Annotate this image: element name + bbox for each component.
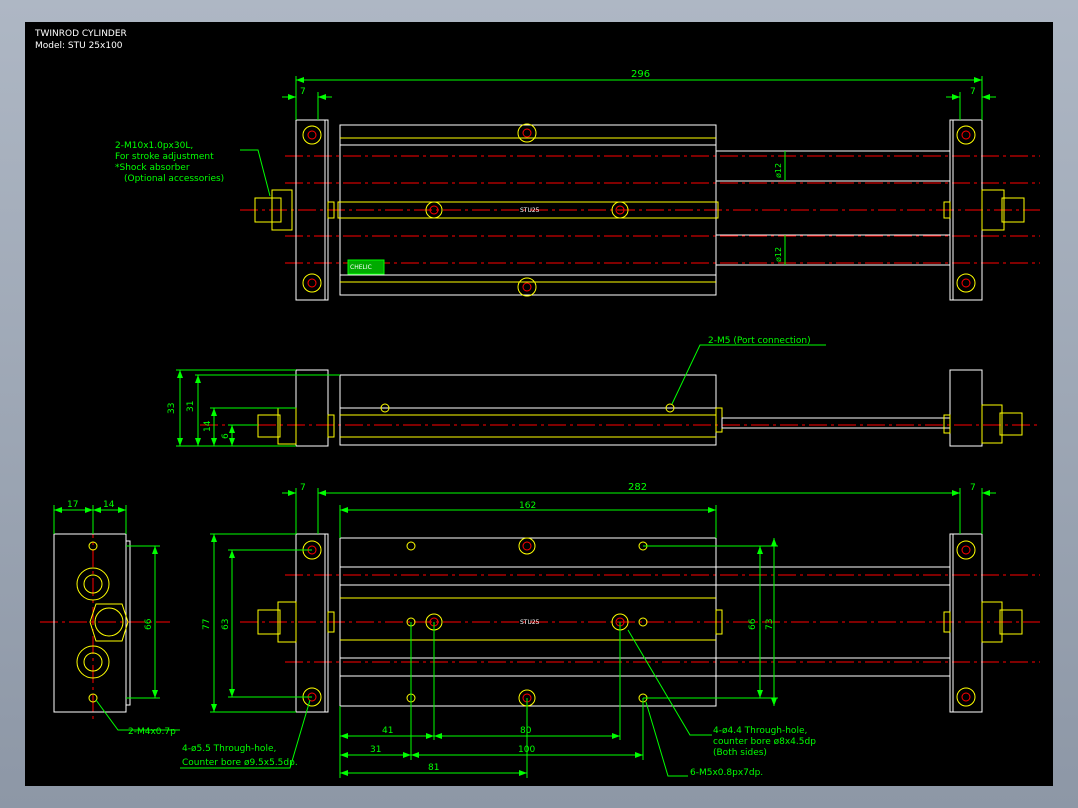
dim-bot-right-7: 7 (970, 483, 976, 493)
dim-6: 6 (221, 433, 231, 439)
dim-162: 162 (519, 501, 536, 511)
label-through55-2: Counter bore ø9.5x5.5dp. (182, 758, 298, 768)
dim-100: 100 (518, 745, 535, 755)
lower-guide-rod (715, 234, 951, 266)
dim-81: 81 (428, 763, 439, 773)
label-stroke-adj-4: (Optional accessories) (124, 174, 224, 184)
label-m5: 6-M5x0.8px7dp. (690, 768, 763, 778)
drawing-model: Model: STU 25x100 (35, 41, 123, 51)
top-body-marking: STU25 (520, 207, 540, 214)
bottom-dimensions (180, 488, 996, 778)
bottom-view (240, 533, 1040, 713)
bot-right-plate (949, 533, 983, 713)
bot-left-plate (295, 533, 329, 713)
side-left-plate (295, 369, 329, 447)
label-stroke-adj-1: 2-M10x1.0px30L, (115, 141, 193, 151)
dim-282: 282 (628, 482, 647, 493)
dim-73: 73 (765, 619, 775, 630)
side-right-plate (949, 369, 983, 447)
dim-80: 80 (520, 726, 532, 736)
side-view (200, 369, 1040, 447)
dim-top-left-7: 7 (300, 87, 306, 97)
dim-end-66: 66 (144, 618, 154, 630)
drawing-title: TWINROD CYLINDER (34, 29, 127, 39)
top-centerlines (240, 155, 1040, 264)
label-through55-1: 4-ø5.5 Through-hole, (182, 744, 276, 754)
dim-77: 77 (202, 619, 212, 630)
label-through44-2: counter bore ø8x4.5dp (713, 737, 816, 747)
label-stroke-adj-2: For stroke adjustment (115, 152, 214, 162)
dim-31-bot: 31 (370, 745, 381, 755)
dim-rod-dia-upper: ø12 (774, 163, 783, 178)
dim-rod-dia-lower: ø12 (774, 247, 783, 262)
cad-drawing-area[interactable]: TWINROD CYLINDER Model: STU 25x100 STU25… (25, 22, 1053, 786)
dim-bot-left-7: 7 (300, 483, 306, 493)
dim-31: 31 (186, 401, 196, 412)
end-dimensions (53, 505, 180, 731)
bot-body-marking: STU25 (520, 619, 540, 626)
label-through44-3: (Both sides) (713, 748, 767, 758)
top-dimensions (240, 76, 996, 265)
brand-text: CHELIC (350, 264, 372, 271)
dim-33: 33 (167, 403, 177, 414)
side-rod (721, 417, 951, 429)
dim-14: 14 (203, 420, 213, 432)
dim-top-right-7: 7 (970, 87, 976, 97)
top-view (240, 119, 1040, 301)
label-through44-1: 4-ø4.4 Through-hole, (713, 726, 807, 736)
dim-296: 296 (631, 69, 650, 80)
side-dimensions (176, 344, 826, 447)
side-body (339, 374, 717, 446)
label-stroke-adj-3: *Shock absorber (115, 163, 190, 173)
dim-end-14: 14 (103, 500, 115, 510)
label-port: 2-M5 (Port connection) (708, 336, 811, 346)
dim-17: 17 (67, 500, 78, 510)
label-m4: 2-M4x0.7p (128, 727, 176, 737)
dim-63: 63 (221, 619, 231, 630)
cad-drawing: TWINROD CYLINDER Model: STU 25x100 STU25… (34, 29, 1040, 778)
dim-41: 41 (382, 726, 393, 736)
dim-bot-66: 66 (748, 618, 758, 630)
